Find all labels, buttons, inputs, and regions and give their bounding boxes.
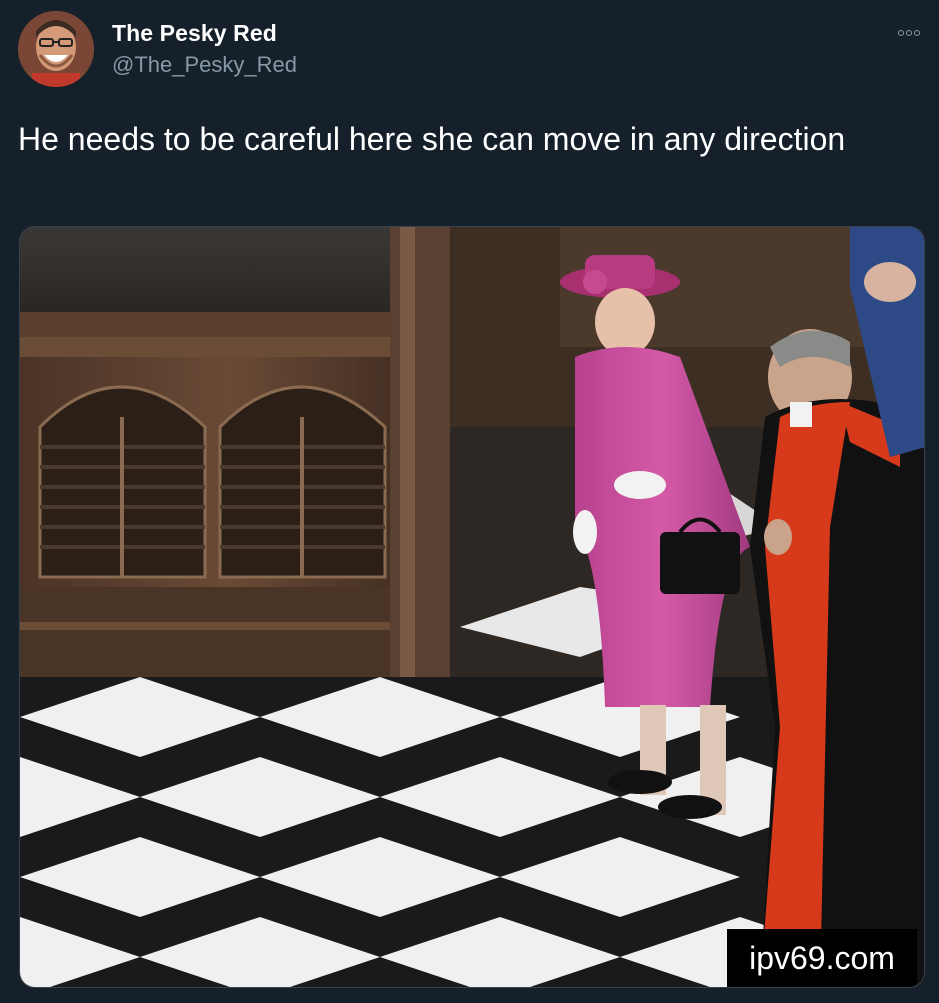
watermark-label: ipv69.com (727, 929, 917, 987)
dot-icon (906, 30, 912, 36)
photo-illustration (20, 227, 924, 987)
display-name[interactable]: The Pesky Red (112, 20, 277, 47)
dot-icon (914, 30, 920, 36)
avatar-image (18, 11, 94, 87)
user-handle[interactable]: @The_Pesky_Red (112, 52, 297, 78)
tweet-media-image[interactable]: ipv69.com (19, 226, 925, 988)
avatar[interactable] (18, 11, 94, 87)
dot-icon (898, 30, 904, 36)
more-options-icon[interactable] (898, 26, 928, 40)
tweet-text: He needs to be careful here she can move… (18, 121, 846, 157)
tweet-card: The Pesky Red @The_Pesky_Red He needs to… (0, 0, 939, 1003)
